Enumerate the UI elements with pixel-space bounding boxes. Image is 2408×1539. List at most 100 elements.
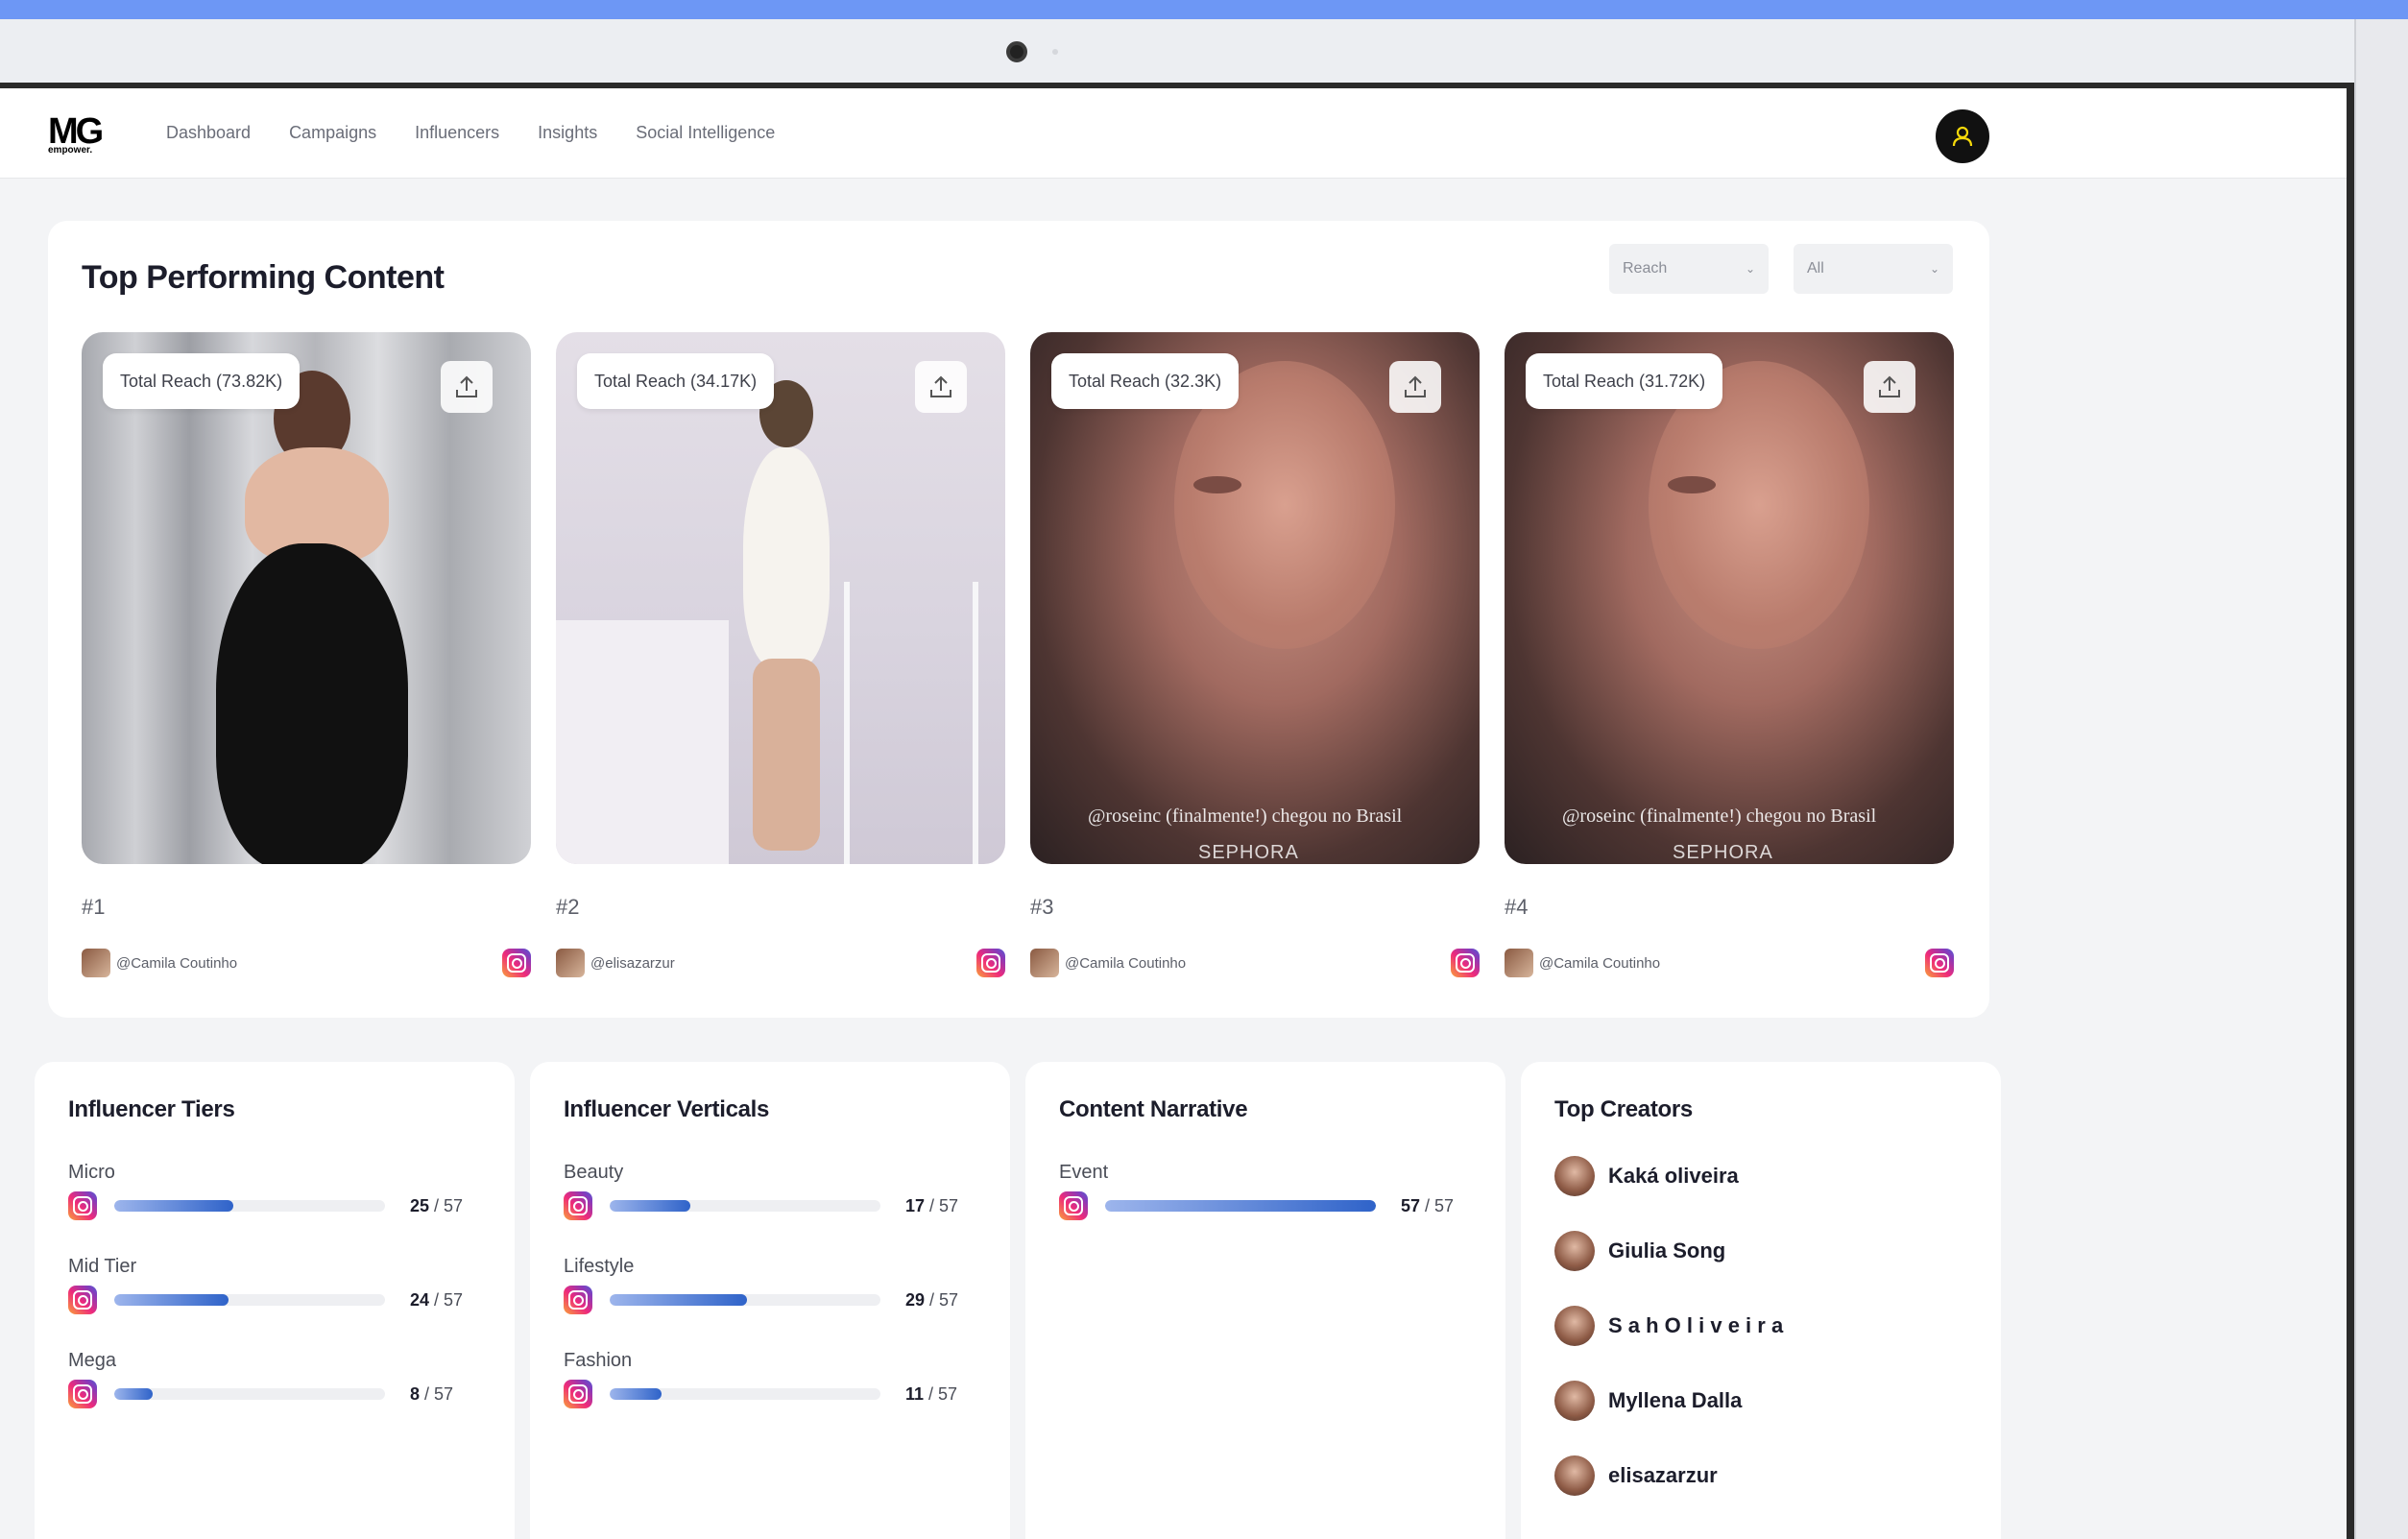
post-image[interactable]: Total Reach (34.17K)	[556, 332, 1005, 864]
metric-label: Mid Tier	[68, 1256, 137, 1277]
nav-dashboard[interactable]: Dashboard	[166, 123, 251, 143]
post-card[interactable]: @roseinc (finalmente!) chegou no Brasil …	[1505, 332, 1954, 977]
instagram-icon[interactable]	[976, 949, 1005, 977]
instagram-icon	[564, 1286, 592, 1314]
sort-select-value: Reach	[1623, 260, 1668, 277]
instagram-icon[interactable]	[502, 949, 531, 977]
creator-item[interactable]: Giulia Song	[1554, 1231, 1725, 1271]
metric-value: 11 / 57	[905, 1383, 958, 1404]
post-author[interactable]: @Camila Coutinho	[116, 955, 237, 972]
device-bezel	[0, 19, 2408, 86]
logo-text: MG	[48, 111, 104, 152]
instagram-icon[interactable]	[1451, 949, 1480, 977]
avatar	[556, 949, 585, 977]
creator-item[interactable]: Kaká oliveira	[1554, 1156, 1739, 1196]
creator-item[interactable]: S a h O l i v e i r a	[1554, 1306, 1783, 1346]
progress-fill	[114, 1294, 229, 1306]
content-narrative-card: Content Narrative Event 57 / 57	[1025, 1062, 1505, 1539]
metric-value: 57 / 57	[1401, 1195, 1455, 1215]
device-frame-right	[2354, 19, 2408, 1539]
instagram-icon[interactable]	[1925, 949, 1954, 977]
post-caption-brand: SEPHORA	[1198, 842, 1299, 863]
post-card[interactable]: @roseinc (finalmente!) chegou no Brasil …	[1030, 332, 1480, 977]
creator-name: Kaká oliveira	[1608, 1164, 1739, 1188]
avatar	[1554, 1306, 1595, 1346]
post-card[interactable]: Total Reach (34.17K) #2 @elisazarzur	[556, 332, 1005, 977]
share-button[interactable]	[1389, 361, 1441, 413]
post-author[interactable]: @Camila Coutinho	[1065, 955, 1186, 972]
post-rank: #3	[1030, 895, 1054, 919]
post-author[interactable]: @elisazarzur	[590, 955, 675, 972]
progress-fill	[114, 1388, 153, 1400]
metric-row: Event 57 / 57	[1059, 1162, 1481, 1220]
avatar	[1505, 949, 1533, 977]
metric-label: Mega	[68, 1350, 117, 1371]
influencer-verticals-card: Influencer Verticals Beauty 17 / 57 Life…	[530, 1062, 1010, 1539]
creator-item[interactable]: Myllena Dalla	[1554, 1381, 1742, 1421]
post-image[interactable]: @roseinc (finalmente!) chegou no Brasil …	[1030, 332, 1480, 864]
instagram-icon	[68, 1286, 97, 1314]
nav-social-intelligence[interactable]: Social Intelligence	[636, 123, 775, 143]
figure-dress	[743, 447, 830, 668]
total-reach-badge: Total Reach (34.17K)	[577, 353, 775, 409]
total-reach-badge: Total Reach (32.3K)	[1051, 353, 1240, 409]
progress-fill	[610, 1388, 662, 1400]
post-caption: @roseinc (finalmente!) chegou no Brasil	[1562, 806, 1877, 827]
share-icon	[456, 375, 477, 397]
metric-label: Event	[1059, 1162, 1109, 1183]
progress-fill	[114, 1200, 233, 1212]
post-author-row: @Camila Coutinho	[82, 949, 531, 977]
user-icon	[1952, 126, 1973, 147]
card-title: Influencer Tiers	[68, 1096, 235, 1122]
progress-fill	[610, 1294, 748, 1306]
metric-row: Fashion 11 / 57	[564, 1350, 986, 1408]
total-reach-badge: Total Reach (73.82K)	[103, 353, 301, 409]
screen-edge-right	[2347, 83, 2354, 1539]
post-card[interactable]: Total Reach (73.82K) #1 @Camila Coutinho	[82, 332, 531, 977]
filter-select[interactable]: All ⌄	[1794, 244, 1953, 294]
post-image[interactable]: Total Reach (73.82K)	[82, 332, 531, 864]
metric-row: Micro 25 / 57	[68, 1162, 491, 1220]
progress-fill	[1105, 1200, 1376, 1212]
share-button[interactable]	[915, 361, 967, 413]
share-button[interactable]	[441, 361, 493, 413]
post-rank: #1	[82, 895, 106, 919]
post-image[interactable]: @roseinc (finalmente!) chegou no Brasil …	[1505, 332, 1954, 864]
instagram-icon	[68, 1380, 97, 1408]
main-nav: Dashboard Campaigns Influencers Insights…	[166, 123, 775, 143]
share-button[interactable]	[1864, 361, 1915, 413]
instagram-icon	[564, 1191, 592, 1220]
post-caption-brand: SEPHORA	[1673, 842, 1773, 863]
figure-legs	[753, 659, 820, 851]
progress-track	[1105, 1200, 1376, 1212]
avatar	[82, 949, 110, 977]
metric-row: Beauty 17 / 57	[564, 1162, 986, 1220]
nav-influencers[interactable]: Influencers	[415, 123, 499, 143]
creator-item[interactable]: elisazarzur	[1554, 1455, 1718, 1496]
top-header: MG empower. Dashboard Campaigns Influenc…	[0, 88, 2347, 179]
share-icon	[930, 375, 951, 397]
chevron-down-icon: ⌄	[1745, 262, 1755, 276]
sensor-dot	[1052, 49, 1058, 55]
window-top-bar	[0, 0, 2408, 19]
figure-lips	[1668, 476, 1716, 493]
user-menu-button[interactable]	[1936, 109, 1989, 163]
progress-track	[114, 1294, 385, 1306]
post-author[interactable]: @Camila Coutinho	[1539, 955, 1660, 972]
share-icon	[1405, 375, 1426, 397]
avatar	[1554, 1231, 1595, 1271]
metric-row: Mid Tier 24 / 57	[68, 1256, 491, 1314]
metric-label: Fashion	[564, 1350, 633, 1371]
sort-select[interactable]: Reach ⌄	[1609, 244, 1769, 294]
avatar	[1554, 1156, 1595, 1196]
creator-name: Giulia Song	[1608, 1238, 1726, 1262]
nav-campaigns[interactable]: Campaigns	[289, 123, 376, 143]
top-performing-content-card: Top Performing Content Reach ⌄ All ⌄ Tot…	[48, 221, 1989, 1018]
creator-name: elisazarzur	[1608, 1463, 1718, 1487]
post-author-row: @Camila Coutinho	[1505, 949, 1954, 977]
brand-logo[interactable]: MG empower.	[48, 111, 108, 157]
progress-track	[610, 1388, 880, 1400]
instagram-icon	[68, 1191, 97, 1220]
card-title: Top Creators	[1554, 1096, 1693, 1122]
nav-insights[interactable]: Insights	[538, 123, 597, 143]
